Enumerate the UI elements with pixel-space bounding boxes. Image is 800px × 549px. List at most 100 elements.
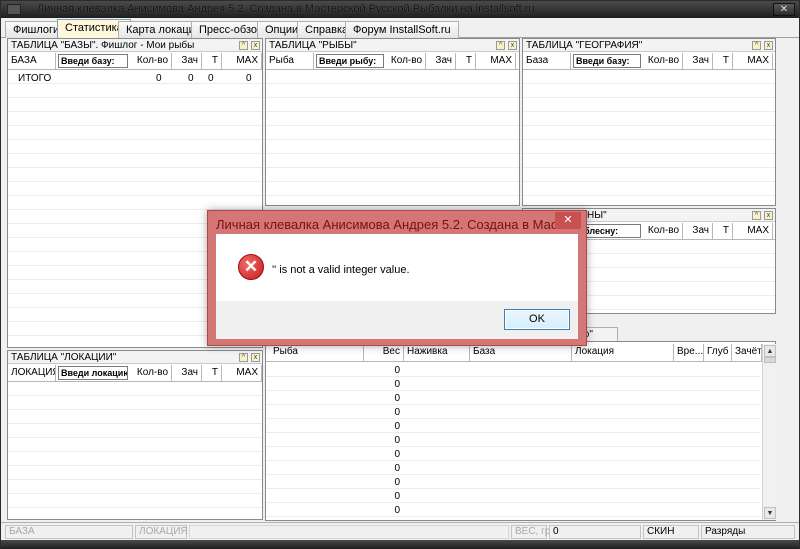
col-t[interactable]: Т xyxy=(713,223,733,240)
close-icon[interactable]: x xyxy=(251,41,260,50)
main-window: Личная клевалка Анисимова Андрея 5.2. Со… xyxy=(0,0,800,549)
col-base[interactable]: База xyxy=(523,53,571,70)
col-weight[interactable]: Вес xyxy=(364,344,404,361)
bases-filter-input[interactable]: Введи базу: xyxy=(58,54,128,68)
total-zach: 0 xyxy=(188,73,194,84)
catch-grid xyxy=(266,363,761,520)
col-max[interactable]: MAX xyxy=(733,223,773,240)
window-title: Личная клевалка Анисимова Андрея 5.2. Со… xyxy=(37,3,535,15)
locations-filter-input[interactable]: Введи локацию: xyxy=(58,366,128,380)
digits-checkbox[interactable]: Разряды xyxy=(701,525,795,539)
col-t[interactable]: Т xyxy=(202,365,222,382)
col-depth[interactable]: Глуб xyxy=(704,344,732,361)
close-icon[interactable]: x xyxy=(508,41,517,50)
col-count[interactable]: Кол-во xyxy=(130,53,172,70)
maximize-icon[interactable]: ^ xyxy=(239,353,248,362)
scroll-up-icon[interactable]: ▲ xyxy=(764,345,776,357)
col-max[interactable]: MAX xyxy=(733,53,773,70)
status-location: ЛОКАЦИЯ xyxy=(135,525,188,539)
status-base: БАЗА xyxy=(5,525,133,539)
geo-grid xyxy=(523,70,775,205)
weight-cell: 0 xyxy=(394,421,400,432)
weight-cell: 0 xyxy=(394,435,400,446)
maximize-icon[interactable]: ^ xyxy=(239,41,248,50)
geo-filter-input[interactable]: Введи базу: xyxy=(573,54,641,68)
dialog-message: '' is not a valid integer value. xyxy=(272,264,410,276)
col-max[interactable]: MAX xyxy=(476,53,516,70)
tab-forum[interactable]: Форум InstallSoft.ru xyxy=(345,21,459,38)
fish-panel-title: ТАБЛИЦА "РЫБЫ" xyxy=(266,39,519,52)
close-icon[interactable]: x xyxy=(764,41,773,50)
col-max[interactable]: MAX xyxy=(222,365,262,382)
bases-panel-title: ТАБЛИЦА "БАЗЫ". Фишлог - Мои рыбы xyxy=(8,39,262,52)
geo-panel-title: ТАБЛИЦА "ГЕОГРАФИЯ" xyxy=(523,39,775,52)
close-icon[interactable]: x xyxy=(251,353,260,362)
window-close-button[interactable]: ✕ xyxy=(773,3,795,16)
fish-grid xyxy=(266,70,519,205)
col-t[interactable]: Т xyxy=(202,53,222,70)
locations-table-header: ЛОКАЦИЯ Введи локацию: Кол-во Зач Т MAX xyxy=(8,365,262,382)
total-label: ИТОГО xyxy=(18,73,52,84)
scroll-thumb[interactable] xyxy=(764,357,776,363)
weight-cell: 0 xyxy=(394,393,400,404)
col-count[interactable]: Кол-во xyxy=(643,223,683,240)
catch-table-panel: Рыба Вес Наживка База Локация Вре... Глу… xyxy=(265,341,776,521)
status-spacer xyxy=(189,525,509,539)
error-dialog: Личная клевалка Анисимова Андрея 5.2. Со… xyxy=(207,210,587,346)
col-zach[interactable]: Зач xyxy=(426,53,456,70)
col-count[interactable]: Кол-во xyxy=(386,53,426,70)
fish-table-header: Рыба Введи рыбу: Кол-во Зач Т MAX xyxy=(266,53,519,70)
col-zach[interactable]: Зач xyxy=(683,53,713,70)
skin-dropdown[interactable]: СКИН xyxy=(643,525,699,539)
col-location[interactable]: Локация xyxy=(572,344,674,361)
col-location[interactable]: ЛОКАЦИЯ xyxy=(8,365,56,382)
status-weight-value: 0 xyxy=(549,525,641,539)
locations-panel-title: ТАБЛИЦА "ЛОКАЦИИ" xyxy=(8,351,262,364)
col-t[interactable]: Т xyxy=(713,53,733,70)
col-base[interactable]: База xyxy=(470,344,572,361)
col-zach[interactable]: Зач xyxy=(172,365,202,382)
ok-button[interactable]: OK xyxy=(504,309,570,330)
col-bait[interactable]: Наживка xyxy=(404,344,470,361)
col-zachet[interactable]: Зачёт xyxy=(732,344,762,361)
col-time[interactable]: Вре... xyxy=(674,344,704,361)
weight-cell: 0 xyxy=(394,463,400,474)
total-count: 0 xyxy=(156,73,162,84)
window-bottom-edge xyxy=(1,540,799,549)
dialog-title: Личная клевалка Анисимова Андрея 5.2. Со… xyxy=(216,217,566,232)
fish-table-panel: ТАБЛИЦА "РЫБЫ" ^ x Рыба Введи рыбу: Кол-… xyxy=(265,38,520,206)
maximize-icon[interactable]: ^ xyxy=(752,211,761,220)
status-weight-label: ВЕС, гр xyxy=(511,525,550,539)
dialog-close-button[interactable]: ✕ xyxy=(555,212,581,229)
col-count[interactable]: Кол-во xyxy=(130,365,172,382)
error-icon: ✕ xyxy=(238,254,264,280)
total-t: 0 xyxy=(208,73,214,84)
status-bar: БАЗА ЛОКАЦИЯ ВЕС, гр 0 СКИН Разряды xyxy=(1,522,799,540)
weight-cell: 0 xyxy=(394,365,400,376)
col-count[interactable]: Кол-во xyxy=(643,53,683,70)
app-icon xyxy=(7,4,21,15)
locations-grid xyxy=(8,382,262,519)
title-bar[interactable]: Личная клевалка Анисимова Андрея 5.2. Со… xyxy=(1,1,799,18)
maximize-icon[interactable]: ^ xyxy=(496,41,505,50)
geo-table-panel: ТАБЛИЦА "ГЕОГРАФИЯ" ^ x База Введи базу:… xyxy=(522,38,776,206)
fish-filter-input[interactable]: Введи рыбу: xyxy=(316,54,384,68)
col-base[interactable]: БАЗА xyxy=(8,53,56,70)
col-t[interactable]: Т xyxy=(456,53,476,70)
catch-scrollbar[interactable]: ▲ ▼ xyxy=(762,344,776,520)
maximize-icon[interactable]: ^ xyxy=(752,41,761,50)
col-zach[interactable]: Зач xyxy=(172,53,202,70)
weight-cell: 0 xyxy=(394,449,400,460)
col-fish[interactable]: Рыба xyxy=(266,53,314,70)
scroll-down-icon[interactable]: ▼ xyxy=(764,507,776,519)
col-fish[interactable]: Рыба xyxy=(270,344,364,361)
weight-cell: 0 xyxy=(394,505,400,516)
tab-bar: Фишлоги Статистика Карта локаций Пресс-о… xyxy=(1,18,799,39)
col-max[interactable]: MAX xyxy=(222,53,262,70)
dialog-footer: OK xyxy=(216,301,578,339)
close-icon[interactable]: x xyxy=(764,211,773,220)
col-zach[interactable]: Зач xyxy=(683,223,713,240)
geo-table-header: База Введи базу: Кол-во Зач Т MAX xyxy=(523,53,775,70)
weight-cell: 0 xyxy=(394,407,400,418)
catch-table-header: Рыба Вес Наживка База Локация Вре... Глу… xyxy=(266,344,775,362)
